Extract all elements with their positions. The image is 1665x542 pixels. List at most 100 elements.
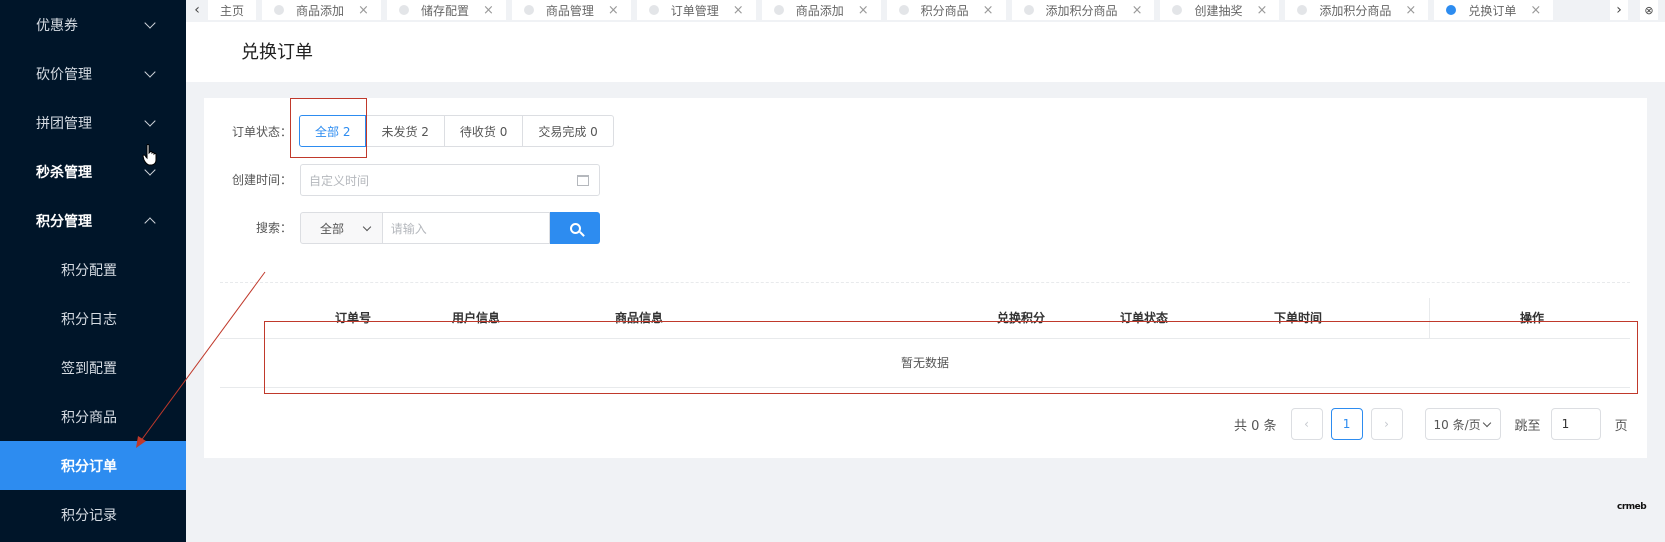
tab-close-icon[interactable]: × bbox=[1405, 3, 1416, 18]
tab-item[interactable]: 订单管理 × bbox=[636, 0, 756, 20]
sidebar-item-coupon[interactable]: 优惠券 bbox=[0, 0, 186, 49]
tab-close-icon[interactable]: × bbox=[1256, 3, 1267, 18]
search-scope-value: 全部 bbox=[320, 221, 345, 236]
sidebar-subitem-signin-config[interactable]: 签到配置 bbox=[0, 343, 186, 392]
chevron-up-icon bbox=[144, 216, 156, 229]
calendar-icon bbox=[577, 175, 589, 186]
sidebar-item-label: 积分管理 bbox=[36, 213, 92, 230]
page-header: 兑换订单 bbox=[186, 22, 1665, 82]
tab-item[interactable]: 商品添加 × bbox=[262, 0, 381, 20]
chevron-down-icon bbox=[144, 114, 156, 127]
tab-item[interactable]: 兑换订单 × bbox=[1434, 0, 1554, 20]
tab-close-icon[interactable]: × bbox=[983, 3, 994, 18]
page-number-button[interactable]: 1 bbox=[1330, 408, 1363, 440]
tab-status-dot-icon bbox=[398, 5, 409, 15]
search-label: 搜索： bbox=[255, 221, 292, 235]
sidebar-subitem-points-orders[interactable]: 积分订单 bbox=[0, 441, 186, 490]
status-option-unshipped[interactable]: 未发货 2 bbox=[365, 115, 445, 147]
chevron-down-icon bbox=[1482, 418, 1491, 428]
sidebar-subitem-points-records[interactable]: 积分记录 bbox=[0, 490, 186, 539]
sidebar-item-label: 优惠券 bbox=[36, 17, 78, 34]
tab-close-icon[interactable]: × bbox=[858, 3, 869, 18]
tab-item[interactable]: 添加积分商品 × bbox=[1285, 0, 1429, 20]
tab-status-dot-icon bbox=[898, 5, 909, 15]
tab-status-dot-icon bbox=[648, 5, 659, 15]
search-input[interactable]: 请输入 bbox=[382, 212, 551, 244]
tab-item[interactable]: 主页 bbox=[208, 0, 257, 20]
tabs-scroll-right-icon[interactable]: › bbox=[1610, 0, 1628, 20]
create-time-label: 创建时间： bbox=[231, 173, 292, 187]
tabs-bar: ‹ 主页 商品添加 × 储存配置 × 商品管理 × 订单管理 × 商品添加 × 积分商品 × 添加积分商品… bbox=[186, 0, 1665, 22]
sidebar-item-label: 砍价管理 bbox=[36, 66, 92, 83]
tab-label: 订单管理 bbox=[670, 3, 719, 18]
tab-close-icon[interactable]: × bbox=[1530, 3, 1541, 18]
close-all-tabs-icon[interactable]: ⊗ bbox=[1640, 0, 1658, 20]
tab-status-dot-icon bbox=[523, 5, 534, 15]
sidebar-subitem-label: 积分日志 bbox=[61, 311, 117, 328]
sidebar-subitem-label: 积分配置 bbox=[61, 262, 117, 279]
hand-cursor-icon bbox=[142, 144, 157, 166]
tab-status-dot-icon bbox=[274, 5, 285, 15]
tab-status-dot-icon bbox=[1446, 5, 1457, 15]
jump-page-input[interactable]: 1 bbox=[1550, 408, 1601, 440]
tab-label: 商品添加 bbox=[795, 3, 844, 18]
tabs-scroll-left-icon[interactable]: ‹ bbox=[188, 0, 206, 20]
status-option-completed[interactable]: 交易完成 0 bbox=[522, 115, 614, 147]
tab-status-dot-icon bbox=[1172, 5, 1183, 15]
next-page-button[interactable]: › bbox=[1370, 408, 1403, 440]
prev-page-button[interactable]: ‹ bbox=[1290, 408, 1323, 440]
sidebar-subitem-points-config[interactable]: 积分配置 bbox=[0, 245, 186, 294]
brand-logo: crmeb bbox=[1617, 502, 1647, 512]
sidebar-item-flash-sale[interactable]: 秒杀管理 bbox=[0, 147, 186, 196]
page-size-value: 10 条/页 bbox=[1433, 417, 1481, 432]
tab-close-icon[interactable]: × bbox=[1132, 3, 1143, 18]
search-button[interactable] bbox=[550, 212, 600, 244]
tab-item[interactable]: 创建抽奖 × bbox=[1160, 0, 1280, 20]
tab-item[interactable]: 积分商品 × bbox=[886, 0, 1006, 20]
status-option-all[interactable]: 全部 2 bbox=[299, 115, 367, 147]
sidebar-item-bargain[interactable]: 砍价管理 bbox=[0, 49, 186, 98]
sidebar-subitem-points-goods[interactable]: 积分商品 bbox=[0, 392, 186, 441]
status-option-pending-receipt[interactable]: 待收货 0 bbox=[443, 115, 524, 147]
chevron-down-icon bbox=[144, 65, 156, 78]
sidebar: 优惠券 砍价管理 拼团管理 秒杀管理 积分管理 积分配置 积分日志 签到配置 积… bbox=[0, 0, 186, 542]
chevron-down-icon bbox=[144, 16, 156, 29]
divider bbox=[220, 282, 1630, 283]
sidebar-subitem-label: 签到配置 bbox=[61, 360, 117, 377]
tab-close-icon[interactable]: × bbox=[733, 3, 744, 18]
tab-item[interactable]: 商品管理 × bbox=[511, 0, 631, 20]
tab-close-icon[interactable]: × bbox=[358, 3, 369, 18]
sidebar-item-label: 秒杀管理 bbox=[36, 164, 92, 181]
sidebar-item-points[interactable]: 积分管理 bbox=[0, 196, 186, 245]
tab-label: 积分商品 bbox=[920, 3, 969, 18]
tab-item[interactable]: 商品添加 × bbox=[761, 0, 881, 20]
tab-close-icon[interactable]: × bbox=[483, 3, 494, 18]
sidebar-subitem-label: 积分订单 bbox=[61, 458, 117, 475]
tab-label: 主页 bbox=[220, 3, 245, 18]
tab-label: 储存配置 bbox=[420, 3, 469, 18]
tab-item[interactable]: 添加积分商品 × bbox=[1011, 0, 1155, 20]
tab-close-icon[interactable]: × bbox=[608, 3, 619, 18]
tab-status-dot-icon bbox=[773, 5, 784, 15]
chevron-right-icon: › bbox=[1384, 417, 1389, 431]
jump-label: 跳至 bbox=[1514, 418, 1541, 434]
chevron-left-icon: ‹ bbox=[1304, 417, 1309, 431]
tab-status-dot-icon bbox=[1023, 5, 1034, 15]
annotation-box-table-empty bbox=[264, 321, 1638, 394]
page-size-select[interactable]: 10 条/页 bbox=[1424, 408, 1501, 440]
main-card: 订单状态： 全部 2 未发货 2 待收货 0 交易完成 0 创建时间： 自定义时… bbox=[204, 98, 1647, 458]
tab-label: 创建抽奖 bbox=[1194, 3, 1243, 18]
search-scope-select[interactable]: 全部 bbox=[300, 212, 383, 244]
date-range-placeholder: 自定义时间 bbox=[309, 173, 370, 188]
chevron-down-icon bbox=[362, 222, 372, 232]
search-placeholder: 请输入 bbox=[390, 221, 427, 236]
pagination: 共 0 条 ‹ 1 › 10 条/页 跳至 1 页 bbox=[1234, 408, 1628, 440]
date-range-picker[interactable]: 自定义时间 bbox=[300, 164, 600, 196]
tab-label: 添加积分商品 bbox=[1319, 3, 1392, 18]
tab-label: 商品添加 bbox=[296, 3, 345, 18]
search-icon bbox=[569, 222, 581, 234]
sidebar-subitem-points-log[interactable]: 积分日志 bbox=[0, 294, 186, 343]
sidebar-item-group-buy[interactable]: 拼团管理 bbox=[0, 98, 186, 147]
tab-item[interactable]: 储存配置 × bbox=[386, 0, 506, 20]
search-group: 全部 请输入 bbox=[300, 212, 600, 244]
